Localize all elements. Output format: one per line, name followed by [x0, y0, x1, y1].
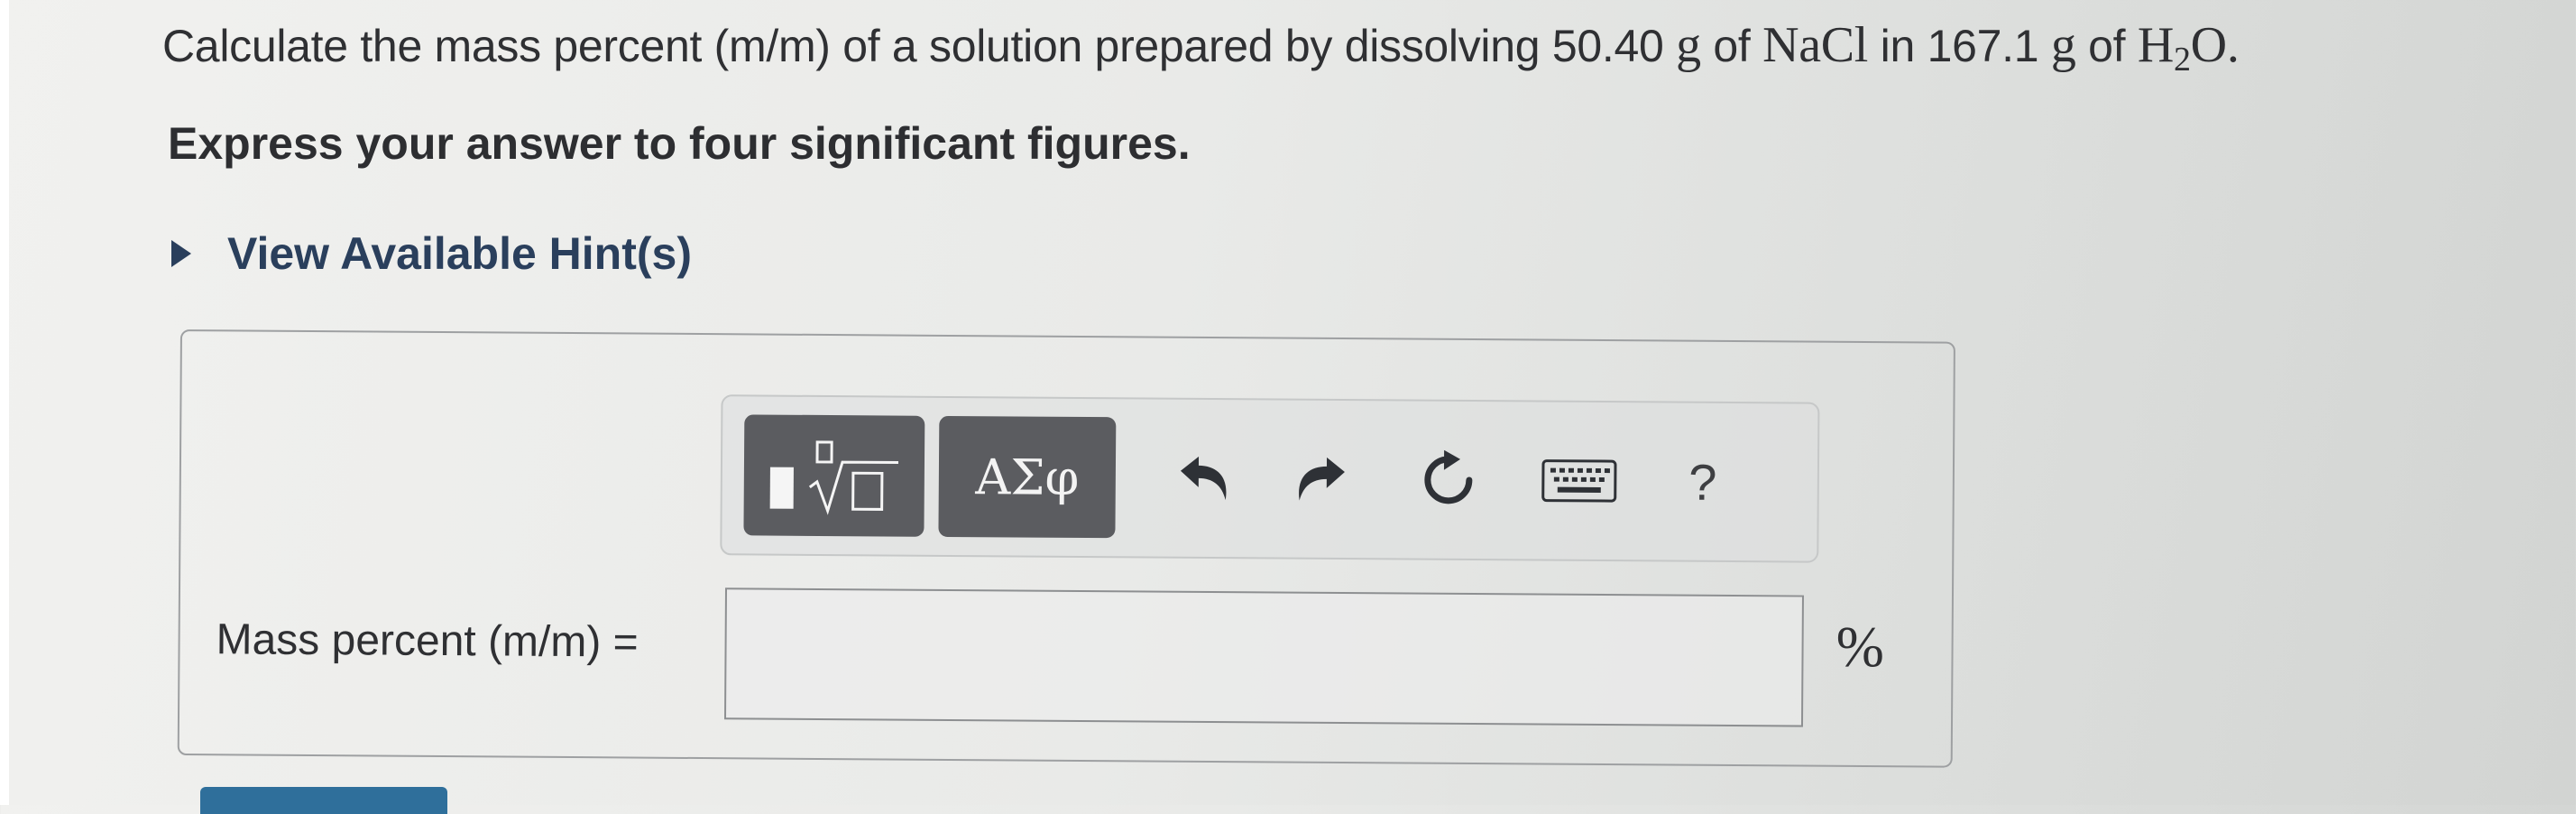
mass-percent-input[interactable] [723, 587, 1804, 727]
instruction-text: Express your answer to four significant … [168, 118, 1191, 169]
mass-percent-label: Mass percent (m/m) = [216, 615, 639, 667]
redo-icon [1299, 457, 1345, 501]
question-solute-mass: 50.40 [1551, 21, 1664, 71]
percent-unit: % [1835, 614, 1885, 680]
redo-button[interactable] [1289, 448, 1352, 511]
submit-button[interactable] [200, 787, 447, 814]
solvent-h: H [2137, 17, 2174, 73]
reset-icon [1424, 449, 1473, 504]
question-solvent-formula: H2O. [2137, 17, 2240, 79]
solvent-o: O [2190, 17, 2227, 73]
caret-right-icon [171, 240, 191, 267]
answer-panel: ΑΣφ ? Mass percent (m/m) = % [177, 329, 1955, 768]
greek-symbols-button[interactable]: ΑΣφ [938, 415, 1117, 539]
math-toolbar: ΑΣφ ? [720, 394, 1820, 563]
question-period: . [2226, 17, 2240, 73]
keyboard-button[interactable] [1534, 449, 1624, 513]
undo-icon [1180, 456, 1227, 501]
undo-button[interactable] [1173, 447, 1237, 510]
templates-button[interactable] [743, 414, 925, 537]
question-of-2: of [2088, 21, 2126, 71]
question-solute-formula: NaCl [1762, 17, 1869, 73]
help-button[interactable]: ? [1671, 450, 1734, 513]
question-prefix: Calculate the mass percent (m/m) of a so… [162, 21, 1541, 71]
left-edge [0, 0, 9, 805]
question-in: in [1880, 21, 1916, 71]
keyboard-icon [1541, 459, 1617, 503]
solvent-subscript: 2 [2173, 41, 2191, 79]
question-of-1: of [1713, 21, 1751, 71]
question-text: Calculate the mass percent (m/m) of a so… [162, 16, 2240, 79]
templates-sqrt-icon [769, 440, 898, 515]
question-solute-unit: g [1676, 17, 1701, 73]
question-solvent-unit: g [2050, 17, 2076, 73]
view-hints-toggle[interactable]: View Available Hint(s) [171, 227, 692, 280]
view-hints-label: View Available Hint(s) [227, 228, 692, 279]
reset-button[interactable] [1417, 449, 1480, 512]
question-solvent-mass: 167.1 [1927, 21, 2039, 71]
